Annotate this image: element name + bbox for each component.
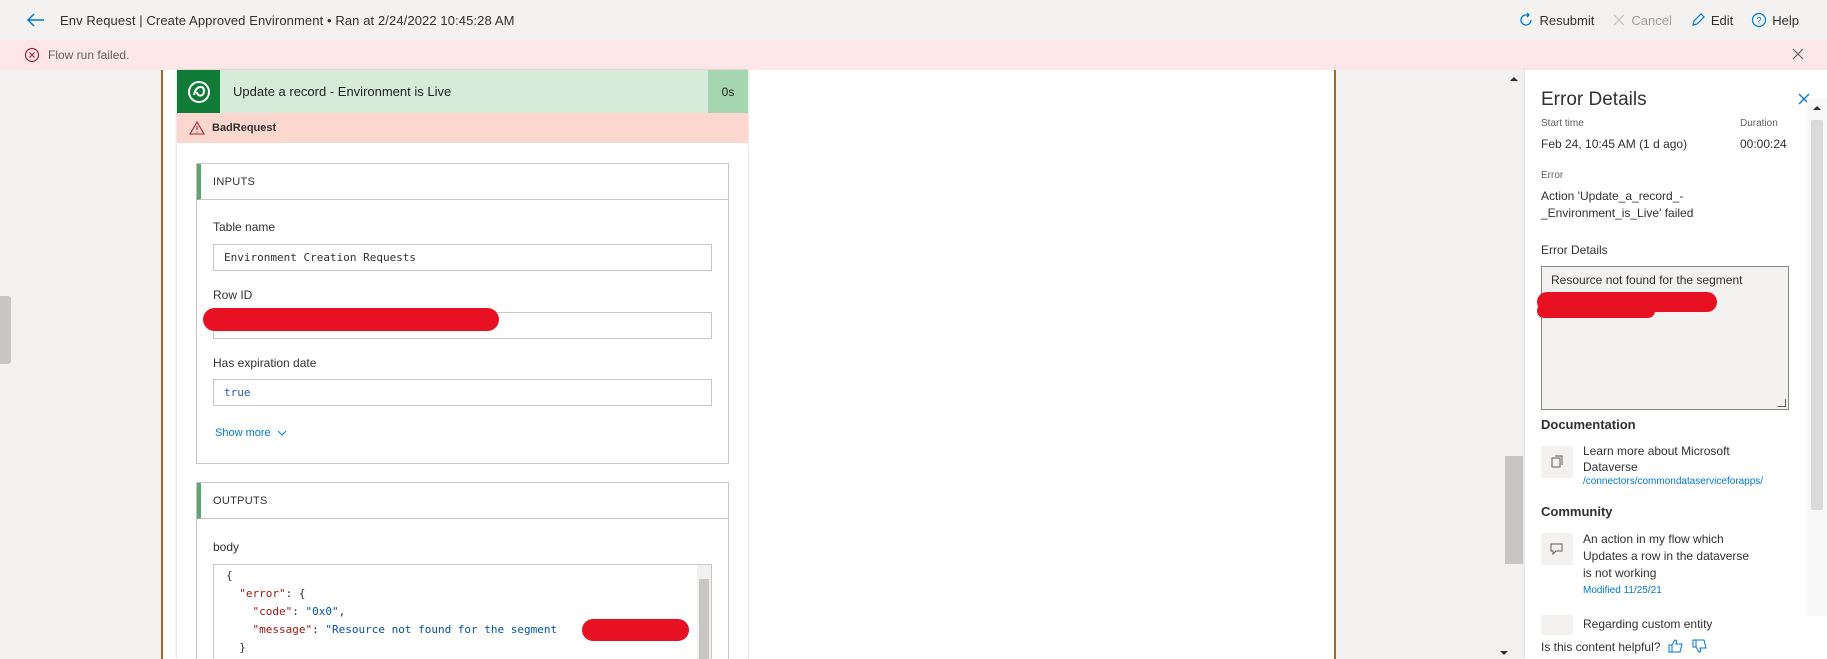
doc-link-line1: Learn more about Microsoft	[1583, 444, 1730, 458]
inputs-section: INPUTS Table name Environment Creation R…	[196, 163, 729, 464]
canvas-scrollbar-thumb[interactable]	[1505, 456, 1523, 564]
back-button[interactable]	[16, 0, 56, 40]
has-expiration-label: Has expiration date	[213, 356, 317, 370]
start-time-label: Start time	[1541, 118, 1584, 129]
code-key: "message"	[252, 623, 313, 636]
doc-link[interactable]: Learn more about Microsoft Dataverse /co…	[1583, 444, 1793, 487]
chat-icon	[1541, 615, 1573, 635]
arrow-left-icon	[27, 13, 44, 27]
code-value: "0x0"	[305, 605, 339, 618]
has-expiration-field: true	[213, 379, 712, 406]
resize-grip[interactable]	[1778, 399, 1786, 407]
body-label: body	[213, 540, 240, 554]
warning-icon	[189, 121, 205, 135]
action-card: Update a record - Environment is Live 0s…	[177, 70, 748, 659]
redaction-mark	[1537, 304, 1655, 318]
scroll-up-icon	[1813, 106, 1821, 110]
code-line: }	[239, 641, 246, 654]
documentation-heading: Documentation	[1541, 417, 1636, 432]
show-more-label: Show more	[215, 427, 271, 439]
code-value: "Resource not found for the segment	[325, 623, 558, 636]
edit-label: Edit	[1710, 12, 1734, 28]
feedback-footer: Is this content helpful?	[1525, 635, 1827, 659]
edit-button[interactable]: Edit	[1690, 12, 1733, 28]
code-scrollbar[interactable]	[697, 565, 711, 659]
community-item-2[interactable]: Regarding custom entity	[1583, 617, 1712, 633]
error-details-panel: Error Details Start time Duration Feb 24…	[1500, 70, 1827, 659]
page-title: Env Request | Create Approved Environmen…	[60, 12, 515, 28]
error-details-text: Resource not found for the segment	[1551, 273, 1743, 287]
action-card-header[interactable]: Update a record - Environment is Live 0s	[177, 70, 748, 113]
dataverse-icon	[177, 70, 220, 113]
doc-link-line2: Dataverse	[1583, 460, 1638, 474]
community-item[interactable]: An action in my flow which Updates a row…	[1583, 531, 1749, 599]
inputs-heading: INPUTS	[197, 164, 728, 200]
thumbs-up-icon[interactable]	[1668, 638, 1684, 656]
cancel-label: Cancel	[1631, 12, 1672, 28]
error-banner: Flow run failed.	[0, 40, 1827, 70]
action-duration: 0s	[708, 70, 748, 113]
error-value-line1: Action 'Update_a_record_-	[1541, 189, 1684, 203]
code-line: {	[226, 569, 233, 582]
error-circle-icon	[24, 47, 40, 63]
command-bar: Resubmit Cancel Edit ? Help	[1518, 0, 1799, 40]
duration-value: 00:00:24	[1740, 137, 1787, 151]
panel-scrollbar[interactable]	[1807, 98, 1827, 616]
redaction-mark	[203, 308, 499, 331]
document-icon	[1541, 446, 1573, 478]
duration-label: Duration	[1740, 118, 1778, 129]
table-name-label: Table name	[213, 220, 276, 234]
show-more-link[interactable]: Show more	[215, 427, 287, 439]
doc-url[interactable]: /connectors/commondataserviceforapps/	[1583, 476, 1793, 487]
table-name-field: Environment Creation Requests	[213, 244, 712, 271]
panel-title: Error Details	[1541, 89, 1647, 110]
outputs-heading: OUTPUTS	[197, 483, 728, 519]
refresh-icon	[1520, 12, 1533, 26]
chat-icon	[1541, 533, 1573, 565]
canvas-scrollbar[interactable]	[1503, 70, 1525, 659]
help-label: Help	[1772, 12, 1799, 28]
help-button[interactable]: ? Help	[1751, 12, 1799, 28]
cancel-button[interactable]: Cancel	[1612, 12, 1672, 28]
start-time-value: Feb 24, 10:45 AM (1 d ago)	[1541, 137, 1688, 151]
error-label: Error	[1541, 170, 1564, 181]
row-id-label: Row ID	[213, 288, 253, 302]
top-bar: Env Request | Create Approved Environmen…	[0, 0, 1827, 40]
svg-text:?: ?	[1757, 16, 1762, 26]
error-code: BadRequest	[212, 122, 277, 134]
banner-message: Flow run failed.	[48, 48, 130, 62]
code-text: : {	[285, 587, 306, 600]
action-title: Update a record - Environment is Live	[233, 84, 452, 99]
banner-close-button[interactable]	[1791, 47, 1805, 64]
helpful-prompt: Is this content helpful?	[1541, 640, 1661, 654]
chevron-down-icon	[277, 430, 286, 436]
pencil-icon	[1692, 13, 1705, 26]
error-value-line2: _Environment_is_Live' failed	[1541, 206, 1694, 220]
left-panel-handle[interactable]	[0, 296, 11, 364]
scroll-down-icon	[1500, 651, 1508, 655]
scroll-up-icon	[1510, 77, 1518, 81]
redaction-mark	[582, 619, 689, 641]
community-heading: Community	[1541, 504, 1613, 519]
community-item-line2: Updates a row in the dataverse	[1583, 549, 1750, 563]
community-item-line3: is not working	[1583, 566, 1657, 580]
community-item-line1: An action in my flow which	[1583, 532, 1724, 546]
community-item-modified: Modified 11/25/21	[1583, 585, 1662, 596]
code-key: "code"	[252, 605, 293, 618]
help-icon: ?	[1752, 12, 1767, 28]
code-key: "error"	[239, 587, 286, 600]
code-scrollbar-thumb[interactable]	[699, 579, 709, 659]
panel-scrollbar-thumb[interactable]	[1811, 120, 1823, 510]
thumbs-down-icon[interactable]	[1692, 639, 1708, 656]
close-icon	[1792, 48, 1804, 60]
resubmit-label: Resubmit	[1539, 12, 1595, 28]
action-error-row: BadRequest	[177, 113, 748, 143]
resubmit-button[interactable]: Resubmit	[1518, 12, 1594, 28]
error-details-textarea[interactable]: Resource not found for the segment	[1541, 266, 1789, 410]
close-icon	[1613, 14, 1625, 26]
body-code-viewer[interactable]: { "error": { "code": "0x0", "message": "…	[213, 564, 712, 659]
flow-canvas: Update a record - Environment is Live 0s…	[161, 70, 1336, 659]
error-details-label: Error Details	[1541, 243, 1608, 257]
outputs-section: OUTPUTS body { "error": { "code": "0x0",…	[196, 482, 729, 659]
